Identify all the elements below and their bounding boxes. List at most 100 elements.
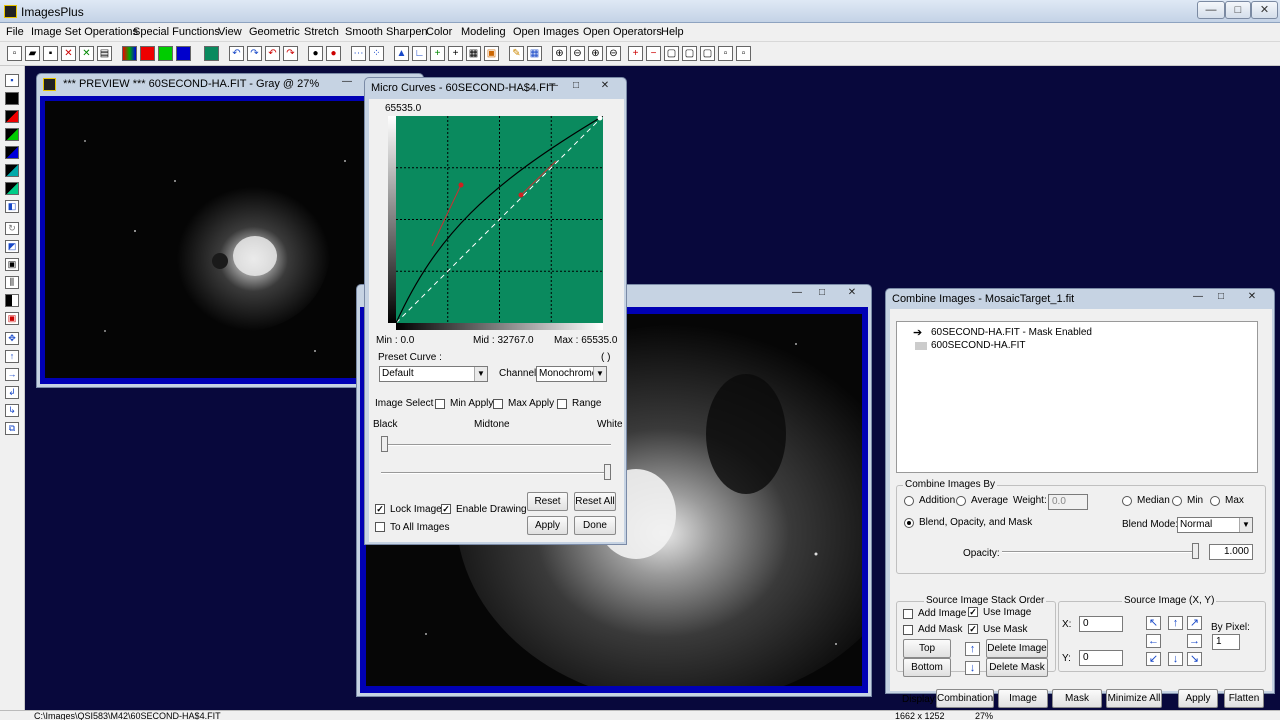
- window-alt-icon[interactable]: ▢: [682, 46, 697, 61]
- red-channel-icon[interactable]: [140, 46, 155, 61]
- black-blue-icon[interactable]: [5, 146, 19, 159]
- mc-maximize-icon[interactable]: □: [568, 80, 584, 94]
- add-mask-checkbox[interactable]: [903, 625, 913, 635]
- top-button[interactable]: Top: [903, 639, 951, 658]
- flatten-button[interactable]: Flatten: [1224, 689, 1264, 708]
- split-icon[interactable]: [5, 294, 19, 307]
- layer-list[interactable]: ➔ 60SECOND-HA.FIT - Mask Enabled 600SECO…: [896, 321, 1258, 473]
- arrow-right-icon[interactable]: →: [1187, 634, 1202, 648]
- undo-all-icon[interactable]: ↶: [265, 46, 280, 61]
- mask-button[interactable]: Mask: [1052, 689, 1102, 708]
- combine-maximize-icon[interactable]: □: [1213, 291, 1229, 305]
- black-slider-thumb[interactable]: [381, 436, 388, 452]
- arrow-right-icon[interactable]: →: [5, 368, 19, 381]
- zoom-fit-icon[interactable]: ⊕: [588, 46, 603, 61]
- image-icon[interactable]: ▣: [484, 46, 499, 61]
- save-icon[interactable]: ▪: [43, 46, 58, 61]
- close-icon[interactable]: ✕: [1251, 1, 1278, 19]
- save-left-icon[interactable]: ▪: [5, 74, 19, 87]
- arrow-up-right-icon[interactable]: ↗: [1187, 616, 1202, 630]
- contrast-icon[interactable]: ◧: [5, 200, 19, 213]
- combine-minimize-icon[interactable]: —: [1190, 291, 1206, 305]
- menu-view[interactable]: View: [218, 26, 242, 38]
- move-down-icon[interactable]: ↓: [965, 661, 980, 675]
- curve-point-2[interactable]: [518, 192, 524, 198]
- gradient-icon[interactable]: ◩: [5, 240, 19, 253]
- average-radio[interactable]: [956, 496, 966, 506]
- bottom-button[interactable]: Bottom: [903, 658, 951, 677]
- green-channel-icon[interactable]: [158, 46, 173, 61]
- new-file-icon[interactable]: ▫: [7, 46, 22, 61]
- menu-open-operators[interactable]: Open Operators: [583, 26, 662, 38]
- shrink-icon[interactable]: −: [646, 46, 661, 61]
- menu-geometric[interactable]: Geometric: [249, 26, 300, 38]
- menu-help[interactable]: Help: [661, 26, 684, 38]
- undo-icon[interactable]: ↶: [229, 46, 244, 61]
- zoom-in-icon[interactable]: ⊕: [552, 46, 567, 61]
- menu-file[interactable]: File: [6, 26, 24, 38]
- mask-icon[interactable]: ●: [308, 46, 323, 61]
- addition-radio[interactable]: [904, 496, 914, 506]
- secondary-slider-thumb[interactable]: [604, 464, 611, 480]
- measure-icon[interactable]: ∟: [412, 46, 427, 61]
- delete-image-button[interactable]: Delete Image: [986, 639, 1048, 658]
- menu-modeling[interactable]: Modeling: [461, 26, 506, 38]
- menu-color[interactable]: Color: [426, 26, 452, 38]
- redo-icon[interactable]: ↷: [247, 46, 262, 61]
- print-icon[interactable]: ▤: [97, 46, 112, 61]
- opacity-slider-thumb[interactable]: [1192, 543, 1199, 559]
- rgb-channels-icon[interactable]: [122, 46, 137, 61]
- max-radio[interactable]: [1210, 496, 1220, 506]
- done-button[interactable]: Done: [574, 516, 616, 535]
- curves-icon[interactable]: [204, 46, 219, 61]
- lock-image-checkbox[interactable]: ✓: [375, 504, 385, 514]
- select-rect-icon[interactable]: ▣: [5, 312, 19, 325]
- blend-radio[interactable]: [904, 518, 914, 528]
- min-apply-checkbox[interactable]: [435, 399, 445, 409]
- minimize-all-button[interactable]: Minimize All: [1106, 689, 1162, 708]
- arrow-down-icon[interactable]: ↓: [1168, 652, 1183, 666]
- max-apply-checkbox[interactable]: [493, 399, 503, 409]
- copy-icon[interactable]: ⧉: [5, 422, 19, 435]
- median-radio[interactable]: [1122, 496, 1132, 506]
- pencil-icon[interactable]: ✎: [509, 46, 524, 61]
- move-icon[interactable]: ✥: [5, 332, 19, 345]
- close-all-icon[interactable]: ✕: [79, 46, 94, 61]
- by-pixel-field[interactable]: 1: [1212, 634, 1240, 650]
- table-icon[interactable]: ▦: [527, 46, 542, 61]
- grid-icon[interactable]: ▦: [466, 46, 481, 61]
- curve-point-1[interactable]: [458, 182, 464, 188]
- menu-image-set-operations[interactable]: Image Set Operations: [31, 26, 138, 38]
- star-select-icon[interactable]: ⋯: [351, 46, 366, 61]
- menu-smooth-sharpen[interactable]: Smooth Sharpen: [345, 26, 428, 38]
- window-icon[interactable]: ▢: [664, 46, 679, 61]
- zoom-actual-icon[interactable]: ⊖: [606, 46, 621, 61]
- opacity-field[interactable]: 1.000: [1209, 544, 1253, 560]
- preset-curve-select[interactable]: Default ▼: [379, 366, 488, 382]
- frame-icon[interactable]: ▣: [5, 258, 19, 271]
- menu-open-images[interactable]: Open Images: [513, 26, 579, 38]
- arrow-up-icon[interactable]: ↑: [1168, 616, 1183, 630]
- blend-mode-select[interactable]: Normal ▼: [1177, 517, 1253, 533]
- points-icon[interactable]: ⁘: [369, 46, 384, 61]
- black-teal-icon[interactable]: [5, 182, 19, 195]
- black-cyan-icon[interactable]: [5, 164, 19, 177]
- curve-graph[interactable]: [396, 116, 603, 323]
- arrow-left-icon[interactable]: ←: [1146, 634, 1161, 648]
- zoom-out-icon[interactable]: ⊖: [570, 46, 585, 61]
- y-field[interactable]: 0: [1079, 650, 1123, 666]
- use-image-checkbox[interactable]: ✓: [968, 607, 978, 617]
- mask-red-icon[interactable]: ●: [326, 46, 341, 61]
- combine-apply-button[interactable]: Apply: [1178, 689, 1218, 708]
- expand-icon[interactable]: +: [628, 46, 643, 61]
- combination-button[interactable]: Combination: [936, 689, 994, 708]
- redo-all-icon[interactable]: ↷: [283, 46, 298, 61]
- reset-all-button[interactable]: Reset All: [574, 492, 616, 511]
- crosshair-green-icon[interactable]: +: [430, 46, 445, 61]
- menu-special-functions[interactable]: Special Functions: [133, 26, 220, 38]
- channel-select[interactable]: Monochrome ▼: [536, 366, 607, 382]
- tile-icon[interactable]: ▢: [700, 46, 715, 61]
- x-field[interactable]: 0: [1079, 616, 1123, 632]
- rotate-icon[interactable]: ↻: [5, 222, 19, 235]
- black-green-icon[interactable]: [5, 128, 19, 141]
